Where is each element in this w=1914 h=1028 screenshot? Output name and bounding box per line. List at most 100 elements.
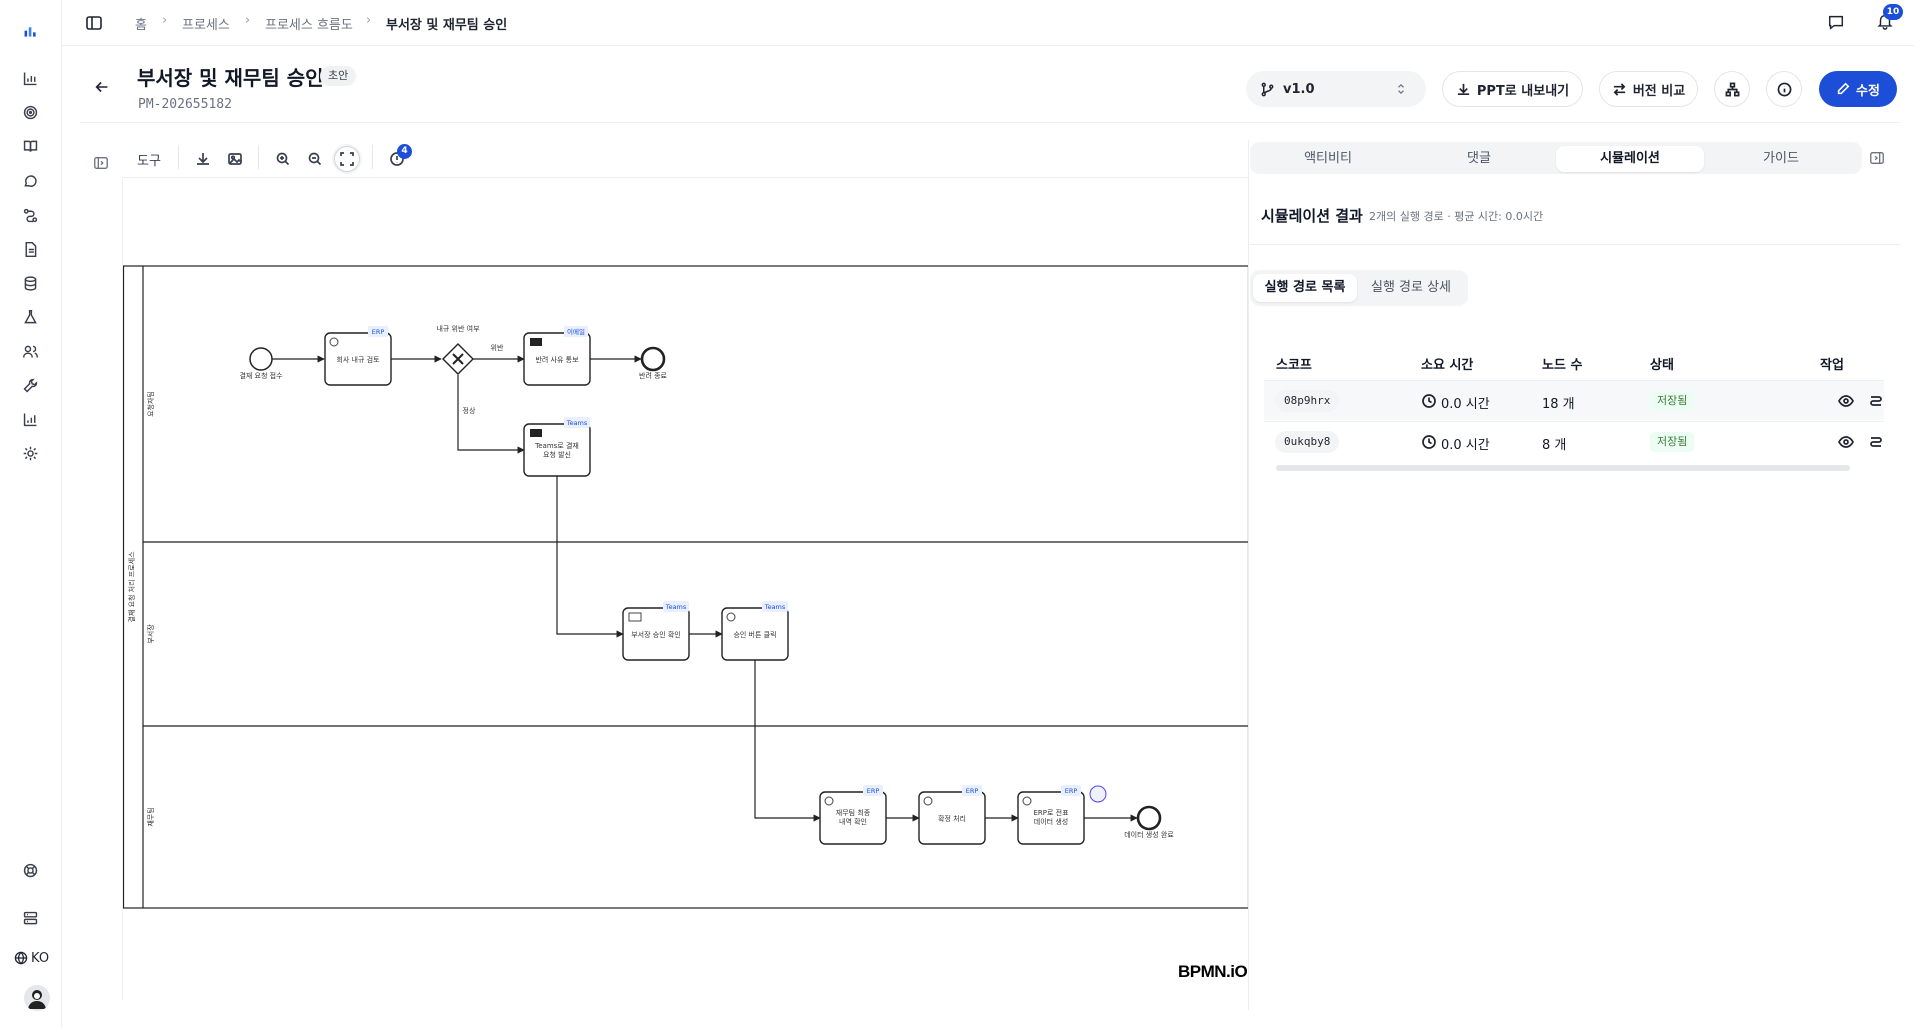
tab-comments[interactable]: 댓글 bbox=[1405, 146, 1553, 172]
clock-icon bbox=[1421, 393, 1437, 409]
globe-icon bbox=[14, 951, 28, 965]
clock-icon bbox=[1421, 434, 1437, 450]
collapse-panel-icon[interactable] bbox=[1869, 150, 1887, 168]
breadcrumb-process[interactable]: 프로세스 bbox=[182, 14, 230, 33]
version-select[interactable]: v1.0 bbox=[1246, 71, 1426, 107]
settings-icon[interactable] bbox=[17, 440, 43, 466]
sidebar-toggle-icon[interactable] bbox=[85, 14, 103, 32]
process-code: PM-202655182 bbox=[138, 97, 232, 112]
tag-label: ERP bbox=[372, 328, 385, 336]
left-rail: KO bbox=[0, 0, 62, 1028]
image-icon[interactable] bbox=[222, 146, 248, 172]
database-icon[interactable] bbox=[17, 270, 43, 296]
eye-icon[interactable] bbox=[1838, 393, 1854, 409]
tab-activity[interactable]: 액티비티 bbox=[1254, 146, 1402, 172]
flow-icon[interactable] bbox=[17, 202, 43, 228]
eye-icon[interactable] bbox=[1838, 434, 1854, 450]
column-header-status[interactable]: 상태 bbox=[1650, 354, 1674, 373]
tab-simulation[interactable]: 시뮬레이션 bbox=[1556, 146, 1704, 172]
info-icon bbox=[1777, 82, 1791, 96]
task-rule-review[interactable]: ERP 회사 내규 검토 bbox=[324, 326, 392, 386]
chart-icon[interactable] bbox=[17, 406, 43, 432]
tag-label: ERP bbox=[966, 787, 979, 795]
breadcrumb-home[interactable]: 홈 bbox=[135, 14, 147, 33]
end-event-reject[interactable]: 반려 종료 bbox=[639, 346, 668, 380]
lane-requester[interactable]: 요청자팀 bbox=[143, 391, 1249, 543]
users-icon[interactable] bbox=[17, 338, 43, 364]
segment-path-list[interactable]: 실행 경로 목록 bbox=[1253, 274, 1357, 302]
table-row[interactable]: 08p9hrx 0.0 시간 18 개 저장됨 bbox=[1264, 380, 1884, 420]
back-arrow-icon[interactable] bbox=[93, 78, 113, 98]
panel-divider bbox=[1250, 244, 1900, 245]
task-finance-review[interactable]: ERP 재무팀 최종 내역 확인 bbox=[819, 785, 887, 845]
hierarchy-icon bbox=[1725, 82, 1739, 96]
lane-manager[interactable]: 부서장 bbox=[143, 624, 1249, 727]
help-icon[interactable] bbox=[17, 857, 43, 883]
task-label: 회사 내규 검토 bbox=[336, 355, 380, 364]
column-header-nodes[interactable]: 노드 수 bbox=[1542, 354, 1582, 373]
tag-label: 이메일 bbox=[567, 327, 585, 336]
column-header-actions: 작업 bbox=[1820, 358, 1844, 373]
compare-version-button[interactable]: 버전 비교 bbox=[1599, 71, 1698, 107]
task-confirm[interactable]: ERP 확정 처리 bbox=[918, 785, 986, 845]
tab-guide[interactable]: 가이드 bbox=[1707, 146, 1855, 172]
lane-label: 요청자팀 bbox=[146, 391, 155, 417]
route-icon[interactable] bbox=[1868, 393, 1884, 409]
segment-path-detail[interactable]: 실행 경로 상세 bbox=[1359, 274, 1463, 302]
breadcrumb-process-flow[interactable]: 프로세스 흐름도 bbox=[265, 14, 353, 33]
lane-finance[interactable]: 재무팀 bbox=[147, 807, 155, 826]
horizontal-scrollbar[interactable] bbox=[1276, 465, 1850, 471]
diagram-canvas[interactable]: 결재 요청 처리 프로세스 요청자팀 부서장 재무팀 결재 요청 접수 ERP … bbox=[122, 178, 1249, 1000]
lane-label: 부서장 bbox=[146, 624, 155, 644]
scope-id: 08p9hrx bbox=[1275, 390, 1340, 412]
target-icon[interactable] bbox=[17, 99, 43, 125]
swap-icon bbox=[1613, 82, 1626, 96]
server-icon[interactable] bbox=[17, 905, 43, 931]
task-teams-request[interactable]: Teams Teams로 결재 요청 발신 bbox=[523, 417, 591, 477]
dashboard-icon[interactable] bbox=[17, 65, 43, 91]
zoom-in-icon[interactable] bbox=[270, 146, 296, 172]
hierarchy-button[interactable] bbox=[1714, 71, 1750, 107]
start-event[interactable]: 결재 요청 접수 bbox=[239, 347, 283, 380]
avatar[interactable] bbox=[24, 985, 50, 1011]
bpmn-watermark[interactable]: BPMN.iO bbox=[1178, 962, 1248, 982]
toolbar-divider bbox=[258, 145, 259, 169]
zoom-out-icon[interactable] bbox=[302, 146, 328, 172]
download-icon[interactable] bbox=[190, 146, 216, 172]
task-approve-click[interactable]: Teams 승인 버튼 클릭 bbox=[721, 601, 789, 661]
message-icon[interactable] bbox=[1827, 13, 1847, 33]
wrench-icon[interactable] bbox=[17, 372, 43, 398]
tag-label: ERP bbox=[867, 787, 880, 795]
link-icon[interactable] bbox=[1089, 785, 1107, 803]
chat-icon[interactable] bbox=[17, 168, 43, 194]
flask-icon[interactable] bbox=[17, 304, 43, 330]
task-reject-notice[interactable]: 이메일 반려 사유 통보 bbox=[523, 326, 591, 386]
node-count: 18 개 bbox=[1542, 397, 1575, 412]
end-event-complete[interactable]: 데이터 생성 완료 bbox=[1124, 805, 1174, 839]
info-button[interactable] bbox=[1766, 71, 1802, 107]
fit-screen-icon[interactable] bbox=[334, 146, 360, 172]
edit-button[interactable]: 수정 bbox=[1819, 71, 1897, 107]
task-manager-approval[interactable]: Teams 부서장 승인 확인 bbox=[622, 601, 690, 661]
language-switch[interactable]: KO bbox=[13, 950, 49, 966]
pool-label: 결재 요청 처리 프로세스 bbox=[127, 551, 136, 623]
route-icon[interactable] bbox=[1868, 434, 1884, 450]
exclusive-gateway[interactable]: 내규 위반 여부 위반 정상 bbox=[436, 324, 504, 415]
send-mail-icon bbox=[530, 429, 542, 437]
task-label: 확정 처리 bbox=[938, 814, 966, 823]
header-divider bbox=[80, 122, 1900, 123]
task-label: 반려 사유 통보 bbox=[535, 355, 579, 364]
column-header-scope[interactable]: 스코프 bbox=[1276, 354, 1312, 373]
document-icon[interactable] bbox=[17, 236, 43, 262]
table-row[interactable]: 0ukqby8 0.0 시간 8 개 저장됨 bbox=[1264, 421, 1884, 461]
logo-icon[interactable] bbox=[17, 18, 43, 44]
column-header-duration[interactable]: 소요 시간 bbox=[1421, 354, 1473, 373]
toolbar-divider bbox=[178, 145, 179, 169]
panel-toggle-icon[interactable] bbox=[93, 155, 111, 173]
scope-id: 0ukqby8 bbox=[1275, 431, 1340, 453]
export-ppt-button[interactable]: PPT로 내보내기 bbox=[1442, 71, 1583, 107]
notification-badge: 10 bbox=[1883, 4, 1903, 20]
compare-label: 버전 비교 bbox=[1632, 83, 1686, 99]
book-icon[interactable] bbox=[17, 133, 43, 159]
task-erp-voucher[interactable]: ERP ERP로 전표 데이터 생성 bbox=[1017, 785, 1107, 845]
